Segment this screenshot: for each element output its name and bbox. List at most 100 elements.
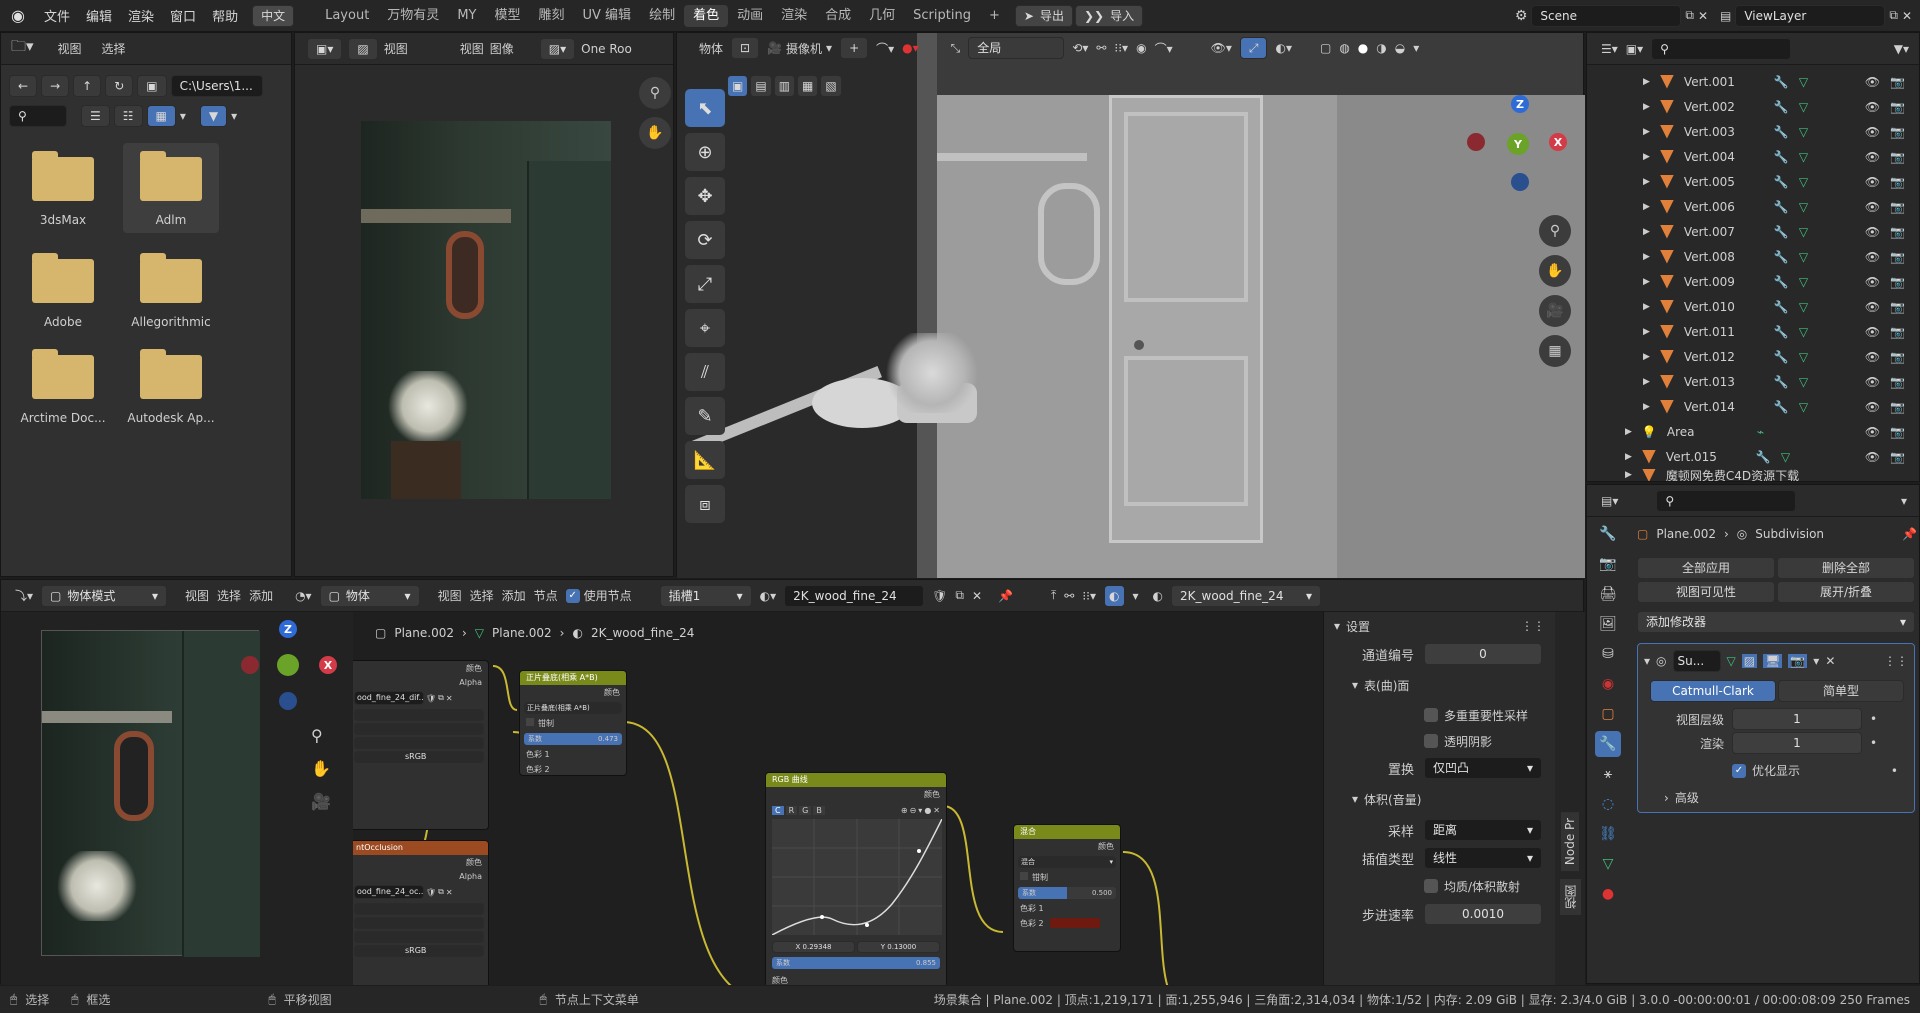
- multiply-mix-node[interactable]: 正片叠底(相乘 A*B) 颜色 正片叠底(相乘 A*B) 钳制 系数 0.473 …: [519, 670, 627, 776]
- render-camera-icon[interactable]: 📷: [1890, 225, 1905, 239]
- menu-window[interactable]: 窗口: [162, 6, 204, 25]
- curve-tools-icon[interactable]: ▾: [918, 806, 922, 815]
- expand-icon[interactable]: ▶: [1625, 452, 1632, 462]
- scale-icon[interactable]: ⤢: [685, 265, 725, 303]
- mesh-data-icon[interactable]: ▽: [1799, 325, 1808, 339]
- outliner-row[interactable]: ▶ Vert.001 🔧 ▽ 👁 📷: [1587, 69, 1919, 94]
- scene-close-icon[interactable]: ✕: [1698, 9, 1708, 23]
- select-extend-icon[interactable]: ▤: [750, 75, 772, 97]
- mini-gizmo[interactable]: Z X: [241, 620, 357, 720]
- cage-icon[interactable]: ▨: [1741, 654, 1758, 668]
- gizmo-negx-icon[interactable]: [1467, 133, 1485, 151]
- fake-user-icon[interactable]: 🛡: [426, 694, 436, 703]
- viewlayer-close-icon[interactable]: ✕: [1902, 9, 1912, 23]
- multi-importance-checkbox[interactable]: [1424, 708, 1438, 722]
- constraints-tab-icon[interactable]: ⛓: [1595, 821, 1621, 847]
- refresh-icon[interactable]: ↻: [105, 75, 134, 97]
- overlay-icon[interactable]: ◐▾: [1275, 41, 1292, 55]
- select-new-icon[interactable]: ▣: [727, 75, 749, 97]
- material2-icon[interactable]: ◐: [1153, 589, 1163, 603]
- folder-item[interactable]: 3dsMax: [15, 151, 111, 233]
- expand-icon[interactable]: ▶: [1643, 302, 1650, 312]
- select-invert-icon[interactable]: ▦: [797, 75, 819, 97]
- outliner-row[interactable]: ▶ Vert.002 🔧 ▽ 👁 📷: [1587, 94, 1919, 119]
- shader-type-icon[interactable]: ◔▾: [295, 589, 312, 603]
- curve-g-tab[interactable]: G: [799, 806, 812, 815]
- displacement-dropdown[interactable]: 仅凹凸 ▾: [1424, 757, 1542, 779]
- curve-y-field[interactable]: Y 0.13000: [857, 941, 940, 953]
- image-texture-node-1[interactable]: 颜色 Alpha ood_fine_24_dif... 🛡 ⧉ ✕ sRGB: [353, 660, 489, 830]
- interpolation-dropdown[interactable]: 线性 ▾: [1424, 847, 1542, 869]
- proportional-icon[interactable]: ◉: [1136, 41, 1146, 55]
- zoom-icon[interactable]: ⚲: [639, 77, 671, 109]
- tab-paint[interactable]: 绘制: [640, 5, 684, 27]
- modifier-wrench-icon[interactable]: 🔧: [1774, 150, 1789, 164]
- add-workspace-icon[interactable]: +: [980, 5, 1009, 27]
- modifier-wrench-icon[interactable]: 🔧: [1756, 450, 1771, 464]
- blend-mode-dropdown[interactable]: 混合 ▾: [1018, 856, 1116, 868]
- render-camera-icon[interactable]: 📷: [1890, 275, 1905, 289]
- physics-tab-icon[interactable]: ◌: [1595, 791, 1621, 817]
- curve-c-tab[interactable]: C: [772, 806, 784, 815]
- menu-render[interactable]: 渲染: [120, 6, 162, 25]
- modifier-wrench-icon[interactable]: 🔧: [1774, 300, 1789, 314]
- fac-slider[interactable]: 系数 0.855: [772, 957, 940, 969]
- select-intersect-icon[interactable]: ▧: [820, 75, 842, 97]
- outliner-row[interactable]: ▶ Vert.012 🔧 ▽ 👁 📷: [1587, 344, 1919, 369]
- levels-render-field[interactable]: 1: [1732, 732, 1862, 754]
- viewport-scene[interactable]: [677, 33, 1585, 578]
- pass-index-field[interactable]: 0: [1424, 643, 1542, 665]
- camera-preview-viewport[interactable]: Z X ⚲ ✋ 🎥: [1, 612, 353, 985]
- draw-icon[interactable]: ✎: [685, 397, 725, 435]
- modifier-wrench-icon[interactable]: 🔧: [1774, 250, 1789, 264]
- step-rate-field[interactable]: 0.0010: [1424, 903, 1542, 925]
- render-camera-icon[interactable]: 📷: [1890, 150, 1905, 164]
- expand-icon[interactable]: ▶: [1625, 427, 1632, 437]
- expand-icon[interactable]: ▶: [1643, 227, 1650, 237]
- curve-x-field[interactable]: X 0.29348: [772, 941, 855, 953]
- tool-tab-icon[interactable]: 🔧: [1595, 521, 1621, 547]
- surface-section[interactable]: ▾ 表(曲)面: [1324, 668, 1555, 702]
- tab-uv[interactable]: UV 编辑: [574, 5, 641, 27]
- gizmo-y-icon[interactable]: Y: [1507, 133, 1529, 155]
- add-icon[interactable]: +: [840, 37, 869, 59]
- mesh-data-icon[interactable]: ▽: [1799, 350, 1808, 364]
- editmode-icon[interactable]: ▽: [1727, 654, 1736, 668]
- gizmo-negx-icon[interactable]: [241, 656, 259, 674]
- fake-user-icon[interactable]: 🛡: [426, 888, 436, 897]
- folder-item[interactable]: Autodesk Ap...: [123, 349, 219, 425]
- tab-rendering[interactable]: 渲染: [772, 5, 816, 27]
- modifier-wrench-icon[interactable]: 🔧: [1774, 75, 1789, 89]
- blender-logo-icon[interactable]: ◉: [0, 6, 36, 25]
- keyframe-dot-icon[interactable]: •: [1870, 712, 1877, 726]
- outliner-row[interactable]: ▶ Vert.015 🔧 ▽ 👁 📷: [1587, 444, 1919, 469]
- outliner-row[interactable]: ▶ Vert.003 🔧 ▽ 👁 📷: [1587, 119, 1919, 144]
- modifier-wrench-icon[interactable]: 🔧: [1774, 325, 1789, 339]
- drag-handle-icon[interactable]: ⋮⋮: [1884, 654, 1908, 668]
- display-mode-icon[interactable]: ▣▾: [1626, 42, 1643, 56]
- render-camera-icon[interactable]: 📷: [1890, 375, 1905, 389]
- levels-viewport-field[interactable]: 1: [1732, 708, 1862, 730]
- modifier-tab-icon[interactable]: 🔧: [1595, 731, 1621, 757]
- image-browse-icon[interactable]: ▨▾: [539, 37, 576, 60]
- eye-icon[interactable]: 👁: [1865, 400, 1880, 414]
- pin-icon[interactable]: 📌: [998, 589, 1013, 603]
- eye-icon[interactable]: 👁: [1865, 275, 1880, 289]
- color2-swatch[interactable]: [1049, 918, 1100, 928]
- expand-icon[interactable]: ▶: [1643, 152, 1650, 162]
- filter-icon[interactable]: ▼: [199, 105, 228, 127]
- render-camera-icon[interactable]: 📷: [1890, 75, 1905, 89]
- select-subtract-icon[interactable]: ▥: [773, 75, 796, 97]
- modifier-menu-icon[interactable]: ▾: [1813, 654, 1819, 668]
- projection-dropdown[interactable]: [354, 917, 484, 929]
- pan-hand-icon[interactable]: ✋: [1539, 255, 1571, 287]
- node-canvas[interactable]: ▢ Plane.002 › ▽ Plane.002 › ◐ 2K_wood_fine_24…: [353, 612, 1323, 985]
- volume-section[interactable]: ▾ 体积(音量): [1324, 782, 1555, 816]
- transform-icon[interactable]: ⤡: [951, 41, 961, 56]
- render-camera-icon[interactable]: 📷: [1890, 100, 1905, 114]
- visibility-icon[interactable]: 👁▾: [1211, 41, 1232, 55]
- curve-r-tab[interactable]: R: [785, 806, 798, 815]
- curve-graph[interactable]: [771, 818, 943, 936]
- render-tab-icon[interactable]: 📷: [1595, 551, 1621, 577]
- eye-icon[interactable]: 👁: [1865, 350, 1880, 364]
